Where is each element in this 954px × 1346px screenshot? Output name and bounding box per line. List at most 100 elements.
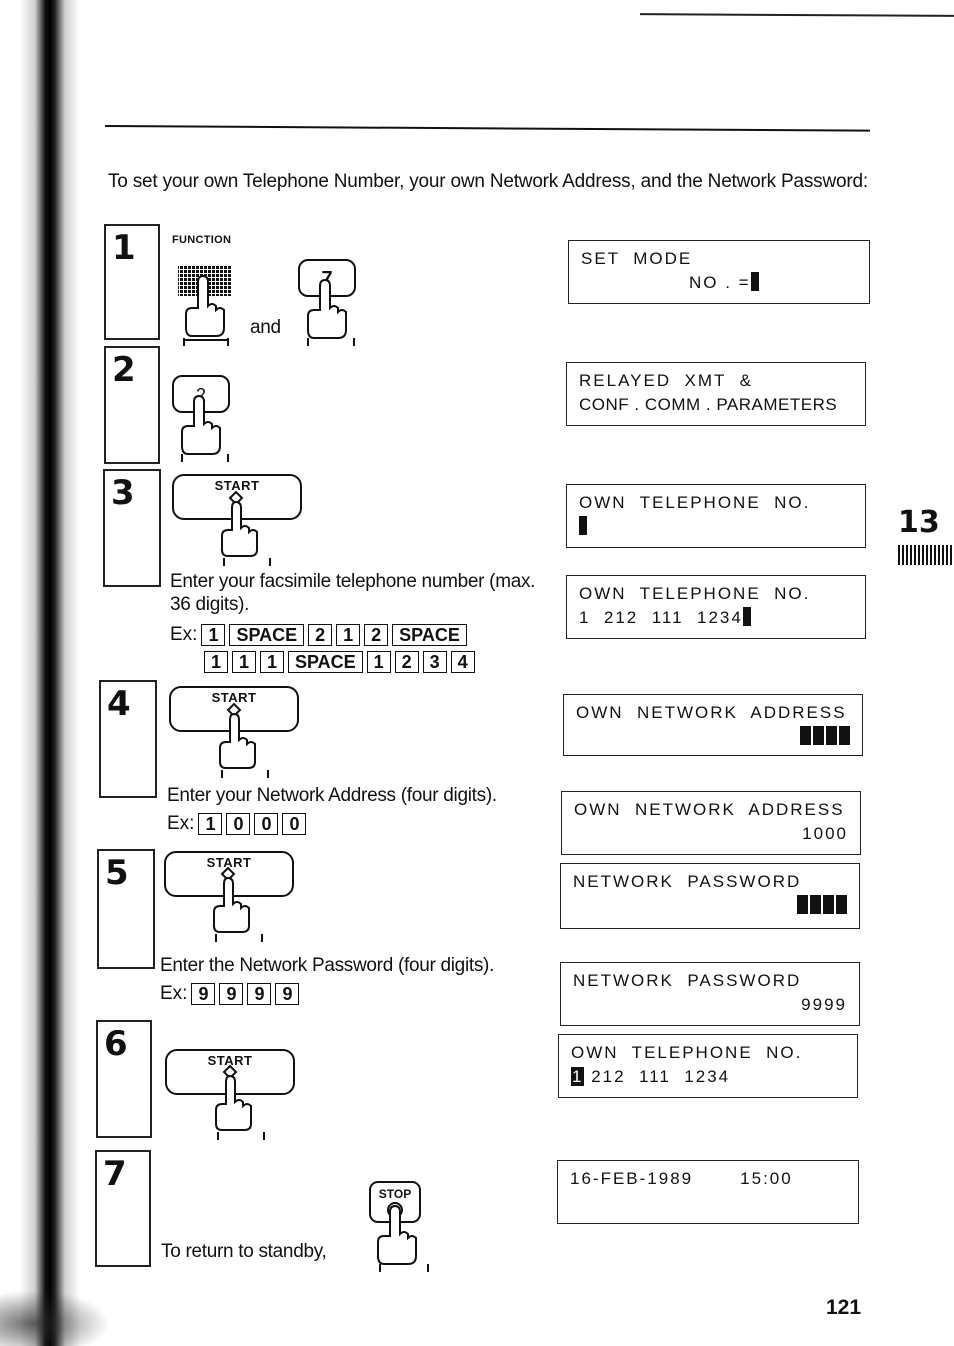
- function-key-press-icon[interactable]: [172, 262, 242, 346]
- key-space: SPACE: [392, 624, 467, 646]
- display-line-1: OWN NETWORK ADDRESS: [574, 800, 845, 819]
- display-own-network-address-entered: OWN NETWORK ADDRESS 1000: [561, 791, 861, 855]
- display-line-1: RELAYED XMT &: [579, 371, 753, 390]
- binding-corner-shadow: [0, 1290, 110, 1346]
- cursor-block-icon: [797, 895, 808, 914]
- cursor-block-icon: [800, 726, 811, 745]
- display-network-password-entered: NETWORK PASSWORD 9999: [560, 962, 860, 1026]
- display-own-telephone-confirm: OWN TELEPHONE NO. 1 212 111 1234: [558, 1034, 858, 1098]
- key-1: 1: [232, 651, 256, 673]
- display-line-1: NETWORK PASSWORD: [573, 872, 802, 891]
- book-binding-shadow: [20, 0, 80, 1346]
- display-line-1: NETWORK PASSWORD: [573, 971, 802, 990]
- step-number: 4: [107, 684, 131, 724]
- step-6-box: 6: [96, 1020, 152, 1138]
- chapter-tab-number: 13: [898, 505, 940, 540]
- display-network-password-empty: NETWORK PASSWORD: [560, 863, 860, 929]
- key-1: 1: [198, 813, 223, 835]
- step-number: 1: [112, 228, 136, 268]
- step-4-instruction: Enter your Network Address (four digits)…: [167, 785, 497, 806]
- step-number: 6: [104, 1024, 128, 1064]
- page-number: 121: [826, 1296, 862, 1319]
- key-3: 3: [422, 651, 447, 673]
- step-3-example-row-1: Ex: 1 SPACE 2 1 2 SPACE: [170, 624, 467, 646]
- step-3-example-row-2: 1 1 1 SPACE 1 2 3 4: [204, 651, 475, 673]
- example-label: Ex:: [170, 624, 198, 645]
- key-1: 1: [336, 624, 361, 646]
- display-line-1: OWN TELEPHONE NO.: [579, 493, 811, 512]
- key-0: 0: [254, 813, 279, 835]
- cursor-block-icon: [750, 272, 759, 291]
- step-5-box: 5: [97, 849, 155, 969]
- key-space: SPACE: [288, 651, 363, 673]
- cursor-block-icon: [823, 895, 834, 914]
- svg-text:STOP: STOP: [379, 1187, 411, 1201]
- top-edge-rule: [639, 13, 954, 17]
- chapter-tab-bars: [898, 545, 954, 565]
- step-1-box: 1: [104, 224, 160, 340]
- display-own-network-address-empty: OWN NETWORK ADDRESS: [563, 694, 863, 756]
- key-2: 2: [394, 651, 419, 673]
- display-line-1: 16-FEB-1989 15:00: [570, 1169, 793, 1188]
- key-2: 2: [364, 624, 389, 646]
- step-5-instruction: Enter the Network Password (four digits)…: [160, 955, 495, 976]
- key-1: 1: [201, 624, 226, 646]
- display-standby: 16-FEB-1989 15:00: [557, 1160, 859, 1224]
- cursor-block-icon: [810, 895, 821, 914]
- key-1: 1: [204, 651, 228, 673]
- key-2: 2: [308, 624, 333, 646]
- key-7-press-icon[interactable]: 7: [296, 258, 366, 346]
- and-text: and: [250, 317, 281, 338]
- hand-press-icon: [215, 1064, 265, 1140]
- hand-press-icon: [221, 490, 271, 566]
- cursor-block-icon: [579, 516, 587, 535]
- display-set-mode: SET MODE NO . =: [568, 240, 870, 304]
- key-0: 0: [226, 813, 251, 835]
- step-number: 3: [111, 473, 135, 513]
- example-label: Ex:: [160, 983, 188, 1004]
- key-9: 9: [219, 983, 244, 1005]
- step-7-box: 7: [95, 1150, 151, 1267]
- hand-press-icon: [219, 702, 269, 778]
- key-2-press-icon[interactable]: 2: [170, 374, 240, 462]
- step-3-instruction: Enter your facsimile telephone number (m…: [170, 571, 536, 615]
- display-line-1: OWN TELEPHONE NO.: [579, 584, 811, 603]
- key-space: SPACE: [229, 624, 305, 646]
- display-line-2: CONF . COMM . PARAMETERS: [579, 395, 838, 414]
- display-own-telephone-empty: OWN TELEPHONE NO.: [566, 484, 866, 548]
- key-4: 4: [450, 651, 475, 673]
- step-number: 7: [103, 1154, 127, 1194]
- display-relayed-xmt: RELAYED XMT & CONF . COMM . PARAMETERS: [566, 362, 866, 426]
- key-0: 0: [282, 813, 307, 835]
- display-line-1: SET MODE: [581, 249, 693, 268]
- stop-button-press-icon[interactable]: STOP: [366, 1180, 436, 1272]
- key-1: 1: [366, 651, 391, 673]
- key-9: 9: [247, 983, 272, 1005]
- header-rule: [104, 125, 870, 132]
- cursor-block-icon: [742, 607, 751, 626]
- display-line-1: OWN NETWORK ADDRESS: [576, 703, 847, 722]
- step-2-box: 2: [104, 346, 160, 464]
- display-line-2: 1000: [802, 824, 848, 843]
- display-own-telephone-entered: OWN TELEPHONE NO. 1 212 111 1234: [566, 575, 866, 639]
- key-1: 1: [260, 651, 284, 673]
- step-7-instruction: To return to standby,: [161, 1241, 327, 1262]
- intro-text: To set your own Telephone Number, your o…: [108, 171, 868, 192]
- cursor-block-icon: [813, 726, 824, 745]
- cursor-block-icon: [826, 726, 837, 745]
- step-number: 2: [112, 350, 136, 390]
- function-key-label: FUNCTION: [172, 234, 232, 246]
- key-9: 9: [275, 983, 300, 1005]
- hand-press-icon: [213, 866, 263, 942]
- step-5-example: Ex: 9 9 9 9: [160, 983, 300, 1005]
- cursor-block-icon: [836, 895, 847, 914]
- display-line-1: OWN TELEPHONE NO.: [571, 1043, 803, 1062]
- display-line-2: 212 111 1234: [584, 1067, 731, 1086]
- example-label: Ex:: [167, 813, 195, 834]
- display-cursor-highlight: 1: [571, 1067, 585, 1086]
- display-line-2: NO . =: [689, 273, 751, 292]
- display-line-2: 1 212 111 1234: [579, 608, 743, 627]
- cursor-block-icon: [839, 726, 850, 745]
- step-4-example: Ex: 1 0 0 0: [167, 813, 307, 835]
- step-4-box: 4: [99, 680, 157, 798]
